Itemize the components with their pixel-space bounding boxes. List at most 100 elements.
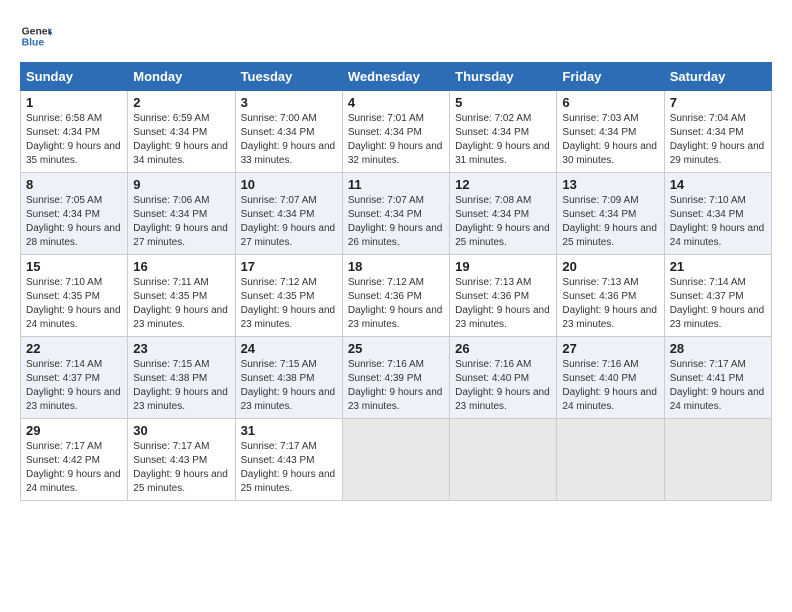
calendar-day-cell: 13Sunrise: 7:09 AMSunset: 4:34 PMDayligh…	[557, 173, 664, 255]
day-number: 5	[455, 95, 551, 110]
day-info: Sunrise: 7:17 AMSunset: 4:42 PMDaylight:…	[26, 440, 122, 496]
day-number: 4	[348, 95, 444, 110]
day-info: Sunrise: 7:12 AMSunset: 4:35 PMDaylight:…	[241, 276, 337, 332]
day-info: Sunrise: 7:00 AMSunset: 4:34 PMDaylight:…	[241, 112, 337, 168]
calendar-day-cell: 11 Sunrise: 7:07 AMSunset: 4:34 PMDayligh…	[342, 173, 449, 255]
svg-text:Blue: Blue	[22, 38, 45, 49]
day-number: 26	[455, 341, 551, 356]
week-row-5: 29 Sunrise: 7:17 AMSunset: 4:42 PMDayligh…	[21, 419, 772, 501]
day-info: Sunrise: 7:17 AMSunset: 4:43 PMDaylight:…	[241, 440, 337, 496]
day-number: 8	[26, 177, 122, 192]
calendar-day-cell: 3 Sunrise: 7:00 AMSunset: 4:34 PMDaylight…	[235, 91, 342, 173]
calendar-day-cell	[342, 419, 449, 501]
day-number: 21	[670, 259, 766, 274]
day-info: Sunrise: 7:13 AMSunset: 4:36 PMDaylight:…	[455, 276, 551, 332]
day-number: 22	[26, 341, 122, 356]
day-info: Sunrise: 7:15 AMSunset: 4:38 PMDaylight:…	[241, 358, 337, 414]
calendar-header: General Blue	[20, 20, 772, 52]
day-info: Sunrise: 6:58 AMSunset: 4:34 PMDaylight:…	[26, 112, 122, 168]
day-info: Sunrise: 7:07 AMSunset: 4:34 PMDaylight:…	[348, 194, 444, 250]
day-info: Sunrise: 7:06 AMSunset: 4:34 PMDaylight:…	[133, 194, 229, 250]
day-number: 1	[26, 95, 122, 110]
calendar-day-cell	[557, 419, 664, 501]
calendar-day-cell: 25 Sunrise: 7:16 AMSunset: 4:39 PMDayligh…	[342, 337, 449, 419]
svg-text:General: General	[22, 26, 52, 37]
calendar-day-cell: 17 Sunrise: 7:12 AMSunset: 4:35 PMDayligh…	[235, 255, 342, 337]
day-number: 29	[26, 423, 122, 438]
day-info: Sunrise: 7:10 AMSunset: 4:35 PMDaylight:…	[26, 276, 122, 332]
calendar-day-cell: 27Sunrise: 7:16 AMSunset: 4:40 PMDayligh…	[557, 337, 664, 419]
day-number: 20	[562, 259, 658, 274]
header-saturday: Saturday	[664, 63, 771, 91]
header-wednesday: Wednesday	[342, 63, 449, 91]
day-number: 6	[562, 95, 658, 110]
day-number: 10	[241, 177, 337, 192]
day-number: 2	[133, 95, 229, 110]
calendar-day-cell: 8 Sunrise: 7:05 AMSunset: 4:34 PMDaylight…	[21, 173, 128, 255]
calendar-day-cell: 28 Sunrise: 7:17 AMSunset: 4:41 PMDayligh…	[664, 337, 771, 419]
day-number: 30	[133, 423, 229, 438]
day-info: Sunrise: 7:03 AMSunset: 4:34 PMDaylight:…	[562, 112, 658, 168]
day-number: 11	[348, 177, 444, 192]
day-info: Sunrise: 7:14 AMSunset: 4:37 PMDaylight:…	[670, 276, 766, 332]
day-info: Sunrise: 7:11 AMSunset: 4:35 PMDaylight:…	[133, 276, 229, 332]
day-info: Sunrise: 7:16 AMSunset: 4:39 PMDaylight:…	[348, 358, 444, 414]
header-sunday: Sunday	[21, 63, 128, 91]
calendar-day-cell: 21 Sunrise: 7:14 AMSunset: 4:37 PMDayligh…	[664, 255, 771, 337]
week-row-1: 1 Sunrise: 6:58 AMSunset: 4:34 PMDaylight…	[21, 91, 772, 173]
calendar-day-cell: 14 Sunrise: 7:10 AMSunset: 4:34 PMDayligh…	[664, 173, 771, 255]
header-monday: Monday	[128, 63, 235, 91]
calendar-day-cell: 6 Sunrise: 7:03 AMSunset: 4:34 PMDaylight…	[557, 91, 664, 173]
calendar-day-cell: 16 Sunrise: 7:11 AMSunset: 4:35 PMDayligh…	[128, 255, 235, 337]
logo: General Blue	[20, 20, 52, 52]
day-number: 7	[670, 95, 766, 110]
calendar-day-cell: 18Sunrise: 7:12 AMSunset: 4:36 PMDayligh…	[342, 255, 449, 337]
week-row-2: 8 Sunrise: 7:05 AMSunset: 4:34 PMDaylight…	[21, 173, 772, 255]
day-info: Sunrise: 7:17 AMSunset: 4:43 PMDaylight:…	[133, 440, 229, 496]
calendar-day-cell: 24 Sunrise: 7:15 AMSunset: 4:38 PMDayligh…	[235, 337, 342, 419]
calendar-day-cell: 15 Sunrise: 7:10 AMSunset: 4:35 PMDayligh…	[21, 255, 128, 337]
weekday-header-row: SundayMondayTuesdayWednesdayThursdayFrid…	[21, 63, 772, 91]
day-number: 16	[133, 259, 229, 274]
day-info: Sunrise: 7:01 AMSunset: 4:34 PMDaylight:…	[348, 112, 444, 168]
day-info: Sunrise: 7:12 AMSunset: 4:36 PMDaylight:…	[348, 276, 444, 332]
calendar-day-cell: 29 Sunrise: 7:17 AMSunset: 4:42 PMDayligh…	[21, 419, 128, 501]
calendar-day-cell: 10 Sunrise: 7:07 AMSunset: 4:34 PMDayligh…	[235, 173, 342, 255]
header-thursday: Thursday	[450, 63, 557, 91]
day-info: Sunrise: 7:10 AMSunset: 4:34 PMDaylight:…	[670, 194, 766, 250]
day-number: 24	[241, 341, 337, 356]
day-info: Sunrise: 6:59 AMSunset: 4:34 PMDaylight:…	[133, 112, 229, 168]
day-info: Sunrise: 7:04 AMSunset: 4:34 PMDaylight:…	[670, 112, 766, 168]
calendar-day-cell: 31 Sunrise: 7:17 AMSunset: 4:43 PMDayligh…	[235, 419, 342, 501]
day-number: 17	[241, 259, 337, 274]
day-number: 15	[26, 259, 122, 274]
day-info: Sunrise: 7:08 AMSunset: 4:34 PMDaylight:…	[455, 194, 551, 250]
calendar-day-cell: 5 Sunrise: 7:02 AMSunset: 4:34 PMDaylight…	[450, 91, 557, 173]
day-info: Sunrise: 7:17 AMSunset: 4:41 PMDaylight:…	[670, 358, 766, 414]
calendar-day-cell: 1 Sunrise: 6:58 AMSunset: 4:34 PMDaylight…	[21, 91, 128, 173]
day-number: 31	[241, 423, 337, 438]
day-info: Sunrise: 7:15 AMSunset: 4:38 PMDaylight:…	[133, 358, 229, 414]
calendar-day-cell	[450, 419, 557, 501]
calendar-day-cell: 23 Sunrise: 7:15 AMSunset: 4:38 PMDayligh…	[128, 337, 235, 419]
logo-icon: General Blue	[20, 20, 52, 52]
day-info: Sunrise: 7:14 AMSunset: 4:37 PMDaylight:…	[26, 358, 122, 414]
day-info: Sunrise: 7:07 AMSunset: 4:34 PMDaylight:…	[241, 194, 337, 250]
day-number: 14	[670, 177, 766, 192]
week-row-3: 15 Sunrise: 7:10 AMSunset: 4:35 PMDayligh…	[21, 255, 772, 337]
day-number: 25	[348, 341, 444, 356]
week-row-4: 22 Sunrise: 7:14 AMSunset: 4:37 PMDayligh…	[21, 337, 772, 419]
header-tuesday: Tuesday	[235, 63, 342, 91]
day-number: 23	[133, 341, 229, 356]
day-info: Sunrise: 7:16 AMSunset: 4:40 PMDaylight:…	[455, 358, 551, 414]
day-number: 28	[670, 341, 766, 356]
calendar-day-cell: 30 Sunrise: 7:17 AMSunset: 4:43 PMDayligh…	[128, 419, 235, 501]
day-number: 9	[133, 177, 229, 192]
day-info: Sunrise: 7:05 AMSunset: 4:34 PMDaylight:…	[26, 194, 122, 250]
day-number: 3	[241, 95, 337, 110]
header-friday: Friday	[557, 63, 664, 91]
day-info: Sunrise: 7:02 AMSunset: 4:34 PMDaylight:…	[455, 112, 551, 168]
calendar-day-cell: 20Sunrise: 7:13 AMSunset: 4:36 PMDayligh…	[557, 255, 664, 337]
day-number: 19	[455, 259, 551, 274]
calendar-day-cell: 4 Sunrise: 7:01 AMSunset: 4:34 PMDaylight…	[342, 91, 449, 173]
